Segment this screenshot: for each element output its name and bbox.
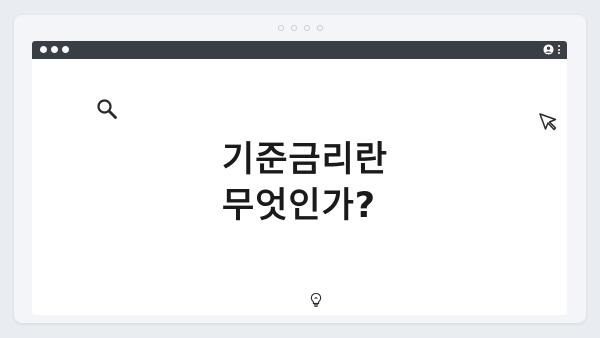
close-dot-icon[interactable] xyxy=(40,46,47,53)
browser-titlebar xyxy=(32,41,567,59)
minimize-dot-icon[interactable] xyxy=(51,46,58,53)
dot-2 xyxy=(290,25,297,31)
titlebar-actions xyxy=(543,44,561,55)
headline-line-2: 무엇인가? xyxy=(222,186,377,226)
dot-4 xyxy=(316,25,323,31)
pagination-dots xyxy=(14,25,586,31)
dot-3 xyxy=(303,25,310,31)
card-frame: 기준금리란 무엇인가? xyxy=(14,15,586,323)
headline-line-1: 기준금리란 xyxy=(222,140,389,180)
cursor-icon xyxy=(539,113,557,131)
window-controls xyxy=(40,46,69,53)
user-icon[interactable] xyxy=(543,44,554,55)
dot-1 xyxy=(277,25,284,31)
lightbulb-icon xyxy=(310,292,322,307)
maximize-dot-icon[interactable] xyxy=(62,46,69,53)
kebab-menu-icon[interactable] xyxy=(558,44,561,55)
browser-window: 기준금리란 무엇인가? xyxy=(32,41,567,315)
search-icon xyxy=(97,99,117,119)
page-headline: 기준금리란 무엇인가? xyxy=(222,137,442,229)
